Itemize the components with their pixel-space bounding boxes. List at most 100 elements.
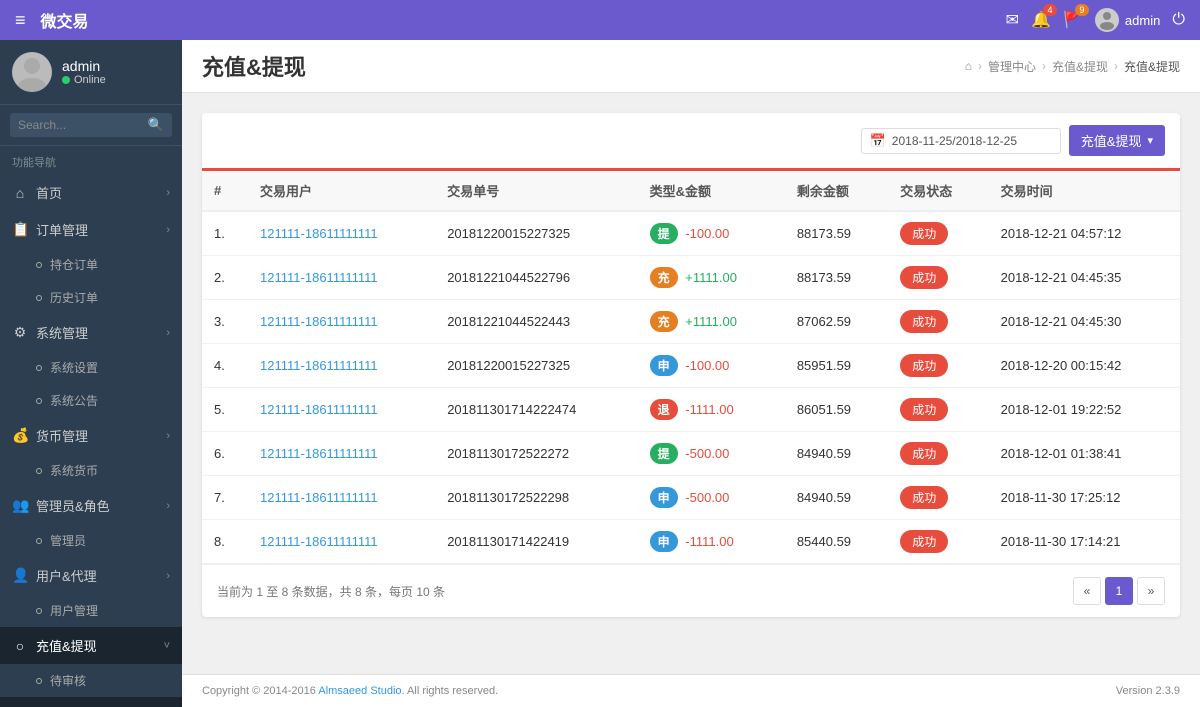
- breadcrumb-item-1: 管理中心: [988, 58, 1036, 75]
- col-status: 交易状态: [888, 171, 988, 211]
- col-balance: 剩余金额: [785, 171, 888, 211]
- cell-time: 2018-12-01 19:22:52: [989, 388, 1180, 432]
- cell-order-no: 20181130171422419: [435, 520, 637, 564]
- cell-time: 2018-12-21 04:45:30: [989, 300, 1180, 344]
- user-link[interactable]: 121111-18611111111: [260, 270, 378, 285]
- sidebar-item-sys-notice[interactable]: 系统公告: [0, 384, 182, 417]
- user-avatar: [12, 52, 52, 92]
- type-badge: 充: [650, 267, 678, 288]
- cell-balance: 84940.59: [785, 476, 888, 520]
- amount-value: +1111.00: [685, 314, 737, 329]
- amount-value: -1111.00: [685, 534, 733, 549]
- cell-order-no: 20181130172522298: [435, 476, 637, 520]
- sub-dot-icon: [36, 295, 42, 301]
- chevron-right-icon: ›: [166, 224, 170, 236]
- sidebar-item-pending-review[interactable]: 待审核: [0, 664, 182, 697]
- sub-dot-icon: [36, 398, 42, 404]
- cell-num: 1.: [202, 211, 248, 256]
- prev-page-button[interactable]: «: [1073, 577, 1101, 605]
- deposit-withdraw-dropdown[interactable]: 充值&提现 ▾: [1069, 125, 1165, 156]
- pagination-bar: 当前为 1 至 8 条数据，共 8 条，每页 10 条 « 1 »: [202, 564, 1180, 617]
- breadcrumb-sep: ›: [978, 59, 982, 73]
- sidebar-item-admin-roles[interactable]: 👥 管理员&角色 ›: [0, 487, 182, 524]
- cell-time: 2018-11-30 17:14:21: [989, 520, 1180, 564]
- calendar-icon: 📅: [870, 133, 886, 149]
- logout-icon[interactable]: ⏻: [1172, 11, 1185, 29]
- user-link[interactable]: 121111-18611111111: [260, 490, 378, 505]
- date-range-input[interactable]: [892, 134, 1052, 148]
- email-icon: ✉: [1006, 12, 1019, 29]
- cell-time: 2018-12-21 04:45:35: [989, 256, 1180, 300]
- cell-status: 成功: [888, 520, 988, 564]
- type-badge: 申: [650, 487, 678, 508]
- table-header-row: # 交易用户 交易单号 类型&金额 剩余金额 交易状态 交易时间: [202, 171, 1180, 211]
- cell-balance: 85440.59: [785, 520, 888, 564]
- cell-order-no: 20181220015227325: [435, 344, 637, 388]
- user-link[interactable]: 121111-18611111111: [260, 226, 378, 241]
- page-1-button[interactable]: 1: [1105, 577, 1133, 605]
- sidebar-item-user-agent[interactable]: 👤 用户&代理 ›: [0, 557, 182, 594]
- next-page-button[interactable]: »: [1137, 577, 1165, 605]
- online-label: Online: [74, 74, 106, 86]
- sidebar-item-admin-list[interactable]: 管理员: [0, 524, 182, 557]
- sidebar-item-sys-mgmt[interactable]: ⚙ 系统管理 ›: [0, 314, 182, 351]
- footer-link[interactable]: Almsaeed Studio: [318, 685, 401, 697]
- currency-icon: 💰: [12, 427, 28, 444]
- pagination-controls: « 1 »: [1073, 577, 1165, 605]
- cell-balance: 87062.59: [785, 300, 888, 344]
- sub-dot-icon: [36, 262, 42, 268]
- cell-user: 121111-18611111111: [248, 520, 435, 564]
- sidebar-item-order-mgmt[interactable]: 📋 订单管理 ›: [0, 211, 182, 248]
- col-order-no: 交易单号: [435, 171, 637, 211]
- sidebar-item-sys-settings[interactable]: 系统设置: [0, 351, 182, 384]
- sidebar-item-user-mgmt[interactable]: 用户管理: [0, 594, 182, 627]
- amount-value: -1111.00: [685, 402, 733, 417]
- content-body: 📅 充值&提现 ▾ # 交易用户 交易单号: [182, 93, 1200, 674]
- user-link[interactable]: 121111-18611111111: [260, 446, 378, 461]
- status-badge: 成功: [900, 310, 948, 333]
- cell-time: 2018-12-20 00:15:42: [989, 344, 1180, 388]
- cell-num: 7.: [202, 476, 248, 520]
- type-badge: 申: [650, 355, 678, 376]
- date-range-wrapper: 📅: [861, 128, 1061, 154]
- cell-type-amount: 提 -100.00: [638, 211, 785, 256]
- breadcrumb: ⌂ › 管理中心 › 充值&提现 › 充值&提现: [965, 58, 1180, 75]
- cell-status: 成功: [888, 211, 988, 256]
- sidebar-item-history-orders[interactable]: 历史订单: [0, 281, 182, 314]
- deposit-icon: ○: [12, 638, 28, 654]
- home-icon: ⌂: [12, 185, 28, 201]
- cell-time: 2018-12-21 04:57:12: [989, 211, 1180, 256]
- app-logo: 微交易: [41, 8, 89, 32]
- cell-type-amount: 充 +1111.00: [638, 256, 785, 300]
- user-link[interactable]: 121111-18611111111: [260, 314, 378, 329]
- chevron-right-icon: ›: [166, 327, 170, 339]
- cell-order-no: 20181130172522272: [435, 432, 637, 476]
- flag-icon-wrapper[interactable]: 🚩 9: [1063, 10, 1083, 30]
- sub-dot-icon: [36, 365, 42, 371]
- cell-num: 4.: [202, 344, 248, 388]
- cell-num: 6.: [202, 432, 248, 476]
- col-type-amount: 类型&金额: [638, 171, 785, 211]
- cell-order-no: 201811301714222474: [435, 388, 637, 432]
- cell-order-no: 20181221044522796: [435, 256, 637, 300]
- sidebar-item-currency-mgmt[interactable]: 💰 货币管理 ›: [0, 417, 182, 454]
- user-link[interactable]: 121111-18611111111: [260, 534, 378, 549]
- menu-toggle-icon[interactable]: ≡: [15, 10, 26, 31]
- breadcrumb-bar: 充值&提现 ⌂ › 管理中心 › 充值&提现 › 充值&提现: [182, 40, 1200, 93]
- bell-icon-wrapper[interactable]: 🔔 4: [1031, 10, 1051, 30]
- amount-value: -100.00: [685, 358, 729, 373]
- sidebar-item-sys-currency[interactable]: 系统货币: [0, 454, 182, 487]
- user-link[interactable]: 121111-18611111111: [260, 402, 378, 417]
- sidebar-item-deposit-withdraw[interactable]: ○ 充值&提现 ˅: [0, 627, 182, 664]
- email-icon-wrapper[interactable]: ✉: [1006, 10, 1019, 30]
- sidebar-item-held-orders[interactable]: 持仓订单: [0, 248, 182, 281]
- cell-type-amount: 充 +1111.00: [638, 300, 785, 344]
- table-row: 5. 121111-18611111111 201811301714222474…: [202, 388, 1180, 432]
- cell-type-amount: 申 -100.00: [638, 344, 785, 388]
- chevron-down-icon: ˅: [164, 640, 170, 652]
- cell-status: 成功: [888, 344, 988, 388]
- user-menu[interactable]: admin: [1095, 8, 1160, 32]
- user-link[interactable]: 121111-18611111111: [260, 358, 378, 373]
- sidebar-item-home[interactable]: ⌂ 首页 ›: [0, 174, 182, 211]
- sidebar-item-deposit-withdraw-sub[interactable]: 充值&提现: [0, 697, 182, 707]
